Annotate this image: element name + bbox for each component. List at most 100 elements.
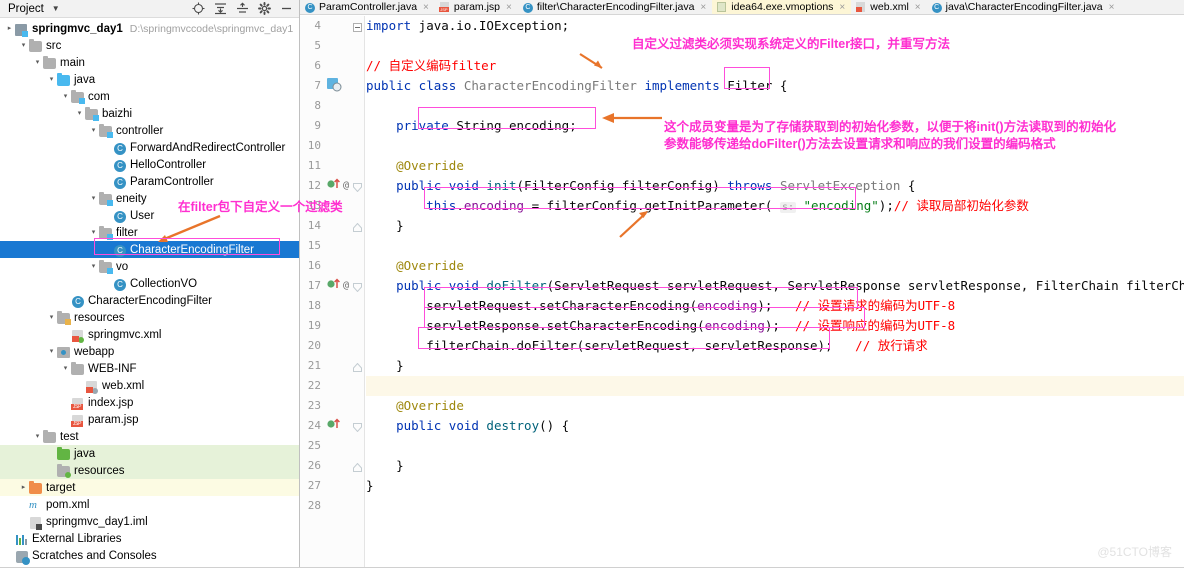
code-line-26[interactable]: } bbox=[366, 456, 1184, 476]
tree-node-com[interactable]: ▾ com bbox=[0, 88, 299, 105]
code-fold-icon[interactable] bbox=[353, 461, 362, 472]
code-line-6[interactable]: // 自定义编码filter bbox=[366, 56, 1184, 76]
tree-node-characterencodingfilter[interactable]: C CharacterEncodingFilter bbox=[0, 241, 299, 258]
gutter-line-10[interactable]: 10 bbox=[300, 136, 365, 156]
tree-node-springmvc-day1-iml[interactable]: springmvc_day1.iml bbox=[0, 513, 299, 530]
code-fold-icon[interactable] bbox=[353, 361, 362, 372]
gutter-line-19[interactable]: 19 bbox=[300, 316, 365, 336]
gutter-line-14[interactable]: 14 bbox=[300, 216, 365, 236]
class-marker-icon[interactable] bbox=[326, 76, 342, 96]
tree-node-java[interactable]: java bbox=[0, 445, 299, 462]
gutter-line-16[interactable]: 16 bbox=[300, 256, 365, 276]
tree-node-filter[interactable]: ▾ filter bbox=[0, 224, 299, 241]
code-line-15[interactable] bbox=[366, 236, 1184, 256]
tree-node-param-jsp[interactable]: param.jsp bbox=[0, 411, 299, 428]
chevron-right-icon[interactable]: ▸ bbox=[18, 479, 29, 496]
tree-node-test[interactable]: ▾ test bbox=[0, 428, 299, 445]
tree-node-controller[interactable]: ▾ controller bbox=[0, 122, 299, 139]
code-line-14[interactable]: } bbox=[366, 216, 1184, 236]
code-fold-icon[interactable] bbox=[353, 421, 362, 433]
tree-node-main[interactable]: ▾ main bbox=[0, 54, 299, 71]
editor-tab-bar[interactable]: CParamController.java×param.jsp×Cfilter\… bbox=[300, 0, 1184, 15]
settings-gear-icon[interactable] bbox=[258, 2, 271, 15]
gutter-line-27[interactable]: 27 bbox=[300, 476, 365, 496]
collapse-all-icon[interactable] bbox=[236, 2, 249, 15]
code-line-11[interactable]: @Override bbox=[366, 156, 1184, 176]
project-tree[interactable]: ▸ springmvc_day1 D:\springmvccode\springmv… bbox=[0, 18, 299, 565]
tree-node-vo[interactable]: ▾ vo bbox=[0, 258, 299, 275]
tree-node-collectionvo[interactable]: C CollectionVO bbox=[0, 275, 299, 292]
code-line-20[interactable]: filterChain.doFilter(servletRequest, ser… bbox=[366, 336, 1184, 356]
chevron-down-icon[interactable]: ▾ bbox=[32, 54, 43, 71]
tree-node-paramcontroller[interactable]: C ParamController bbox=[0, 173, 299, 190]
chevron-down-icon[interactable]: ▾ bbox=[60, 88, 71, 105]
chevron-down-icon[interactable]: ▾ bbox=[18, 37, 29, 54]
code-line-27[interactable]: } bbox=[366, 476, 1184, 496]
tree-node-index-jsp[interactable]: index.jsp bbox=[0, 394, 299, 411]
breakpoint-override-icon[interactable]: @ bbox=[326, 176, 356, 196]
code-line-22[interactable] bbox=[366, 376, 1184, 396]
chevron-down-icon[interactable]: ▾ bbox=[46, 309, 57, 326]
editor-tab-param-jsp[interactable]: param.jsp × bbox=[434, 0, 518, 14]
tree-node-web-inf[interactable]: ▾ WEB-INF bbox=[0, 360, 299, 377]
gutter-line-28[interactable]: 28 bbox=[300, 496, 365, 516]
editor-tab-filter-characterencodingfilter-java[interactable]: Cfilter\CharacterEncodingFilter.java × bbox=[517, 0, 713, 14]
close-icon[interactable]: × bbox=[506, 2, 512, 13]
chevron-down-icon[interactable]: ▾ bbox=[46, 343, 57, 360]
code-line-16[interactable]: @Override bbox=[366, 256, 1184, 276]
gutter-line-17[interactable]: 17 @ bbox=[300, 276, 365, 296]
gutter-line-4[interactable]: 4 bbox=[300, 16, 365, 36]
editor-tab-web-xml[interactable]: web.xml × bbox=[851, 0, 927, 14]
code-fold-icon[interactable] bbox=[353, 221, 362, 232]
tree-node-forwardandredirectcontroller[interactable]: C ForwardAndRedirectController bbox=[0, 139, 299, 156]
editor-tab-java-characterencodingfilter-java[interactable]: Cjava\CharacterEncodingFilter.java × bbox=[926, 0, 1121, 14]
tree-node-java[interactable]: ▾ java bbox=[0, 71, 299, 88]
editor-body[interactable]: 4 5 6 7 8 9 10 11 12 @13 14 15 16 17 @18 19 20 21 22 23 24 25… bbox=[300, 16, 1184, 568]
close-icon[interactable]: × bbox=[700, 2, 706, 13]
gutter-line-22[interactable]: 22 bbox=[300, 376, 365, 396]
tree-node-web-xml[interactable]: web.xml bbox=[0, 377, 299, 394]
locate-icon[interactable] bbox=[192, 2, 205, 15]
breakpoint-override-icon[interactable]: @ bbox=[326, 276, 356, 296]
chevron-right-icon[interactable]: ▸ bbox=[4, 20, 15, 37]
code-line-24[interactable]: public void destroy() { bbox=[366, 416, 1184, 436]
close-icon[interactable]: × bbox=[1109, 2, 1115, 13]
code-line-21[interactable]: } bbox=[366, 356, 1184, 376]
tree-node-scratches-and-consoles[interactable]: Scratches and Consoles bbox=[0, 547, 299, 565]
hide-panel-icon[interactable] bbox=[280, 2, 293, 15]
tree-node-resources[interactable]: ▾ resources bbox=[0, 309, 299, 326]
gutter-line-24[interactable]: 24 bbox=[300, 416, 365, 436]
gutter-line-20[interactable]: 20 bbox=[300, 336, 365, 356]
editor-tab-paramcontroller-java[interactable]: C ParamController.java × bbox=[300, 0, 435, 14]
chevron-down-icon[interactable]: ▾ bbox=[46, 71, 57, 88]
tree-node-baizhi[interactable]: ▾ baizhi bbox=[0, 105, 299, 122]
gutter-line-18[interactable]: 18 bbox=[300, 296, 365, 316]
code-line-28[interactable] bbox=[366, 496, 1184, 516]
editor-gutter[interactable]: 4 5 6 7 8 9 10 11 12 @13 14 15 16 17 @18 19 20 21 22 23 24 25… bbox=[300, 16, 365, 568]
tree-node-springmvc-day1[interactable]: ▸ springmvc_day1 D:\springmvccode\springmv… bbox=[0, 20, 299, 37]
chevron-down-icon[interactable]: ▾ bbox=[88, 190, 99, 207]
tree-node-target[interactable]: ▸ target bbox=[0, 479, 299, 496]
chevron-down-icon[interactable]: ▾ bbox=[88, 258, 99, 275]
gutter-line-26[interactable]: 26 bbox=[300, 456, 365, 476]
close-icon[interactable]: × bbox=[423, 2, 429, 13]
code-line-12[interactable]: public void init(FilterConfig filterConf… bbox=[366, 176, 1184, 196]
close-icon[interactable]: × bbox=[915, 2, 921, 13]
tree-node-src[interactable]: ▾ src bbox=[0, 37, 299, 54]
expand-all-icon[interactable] bbox=[214, 2, 227, 15]
tree-node-springmvc-xml[interactable]: springmvc.xml bbox=[0, 326, 299, 343]
code-line-17[interactable]: public void doFilter(ServletRequest serv… bbox=[366, 276, 1184, 296]
gutter-line-6[interactable]: 6 bbox=[300, 56, 365, 76]
chevron-down-icon[interactable]: ▾ bbox=[32, 428, 43, 445]
breakpoint-icon[interactable] bbox=[326, 416, 346, 436]
gutter-line-25[interactable]: 25 bbox=[300, 436, 365, 456]
code-line-18[interactable]: servletRequest.setCharacterEncoding(enco… bbox=[366, 296, 1184, 316]
editor-tab-idea64-exe-vmoptions[interactable]: idea64.exe.vmoptions × bbox=[712, 0, 852, 14]
code-line-23[interactable]: @Override bbox=[366, 396, 1184, 416]
chevron-down-icon[interactable]: ▾ bbox=[60, 360, 71, 377]
chevron-down-icon[interactable]: ▾ bbox=[88, 122, 99, 139]
code-fold-icon[interactable] bbox=[353, 281, 362, 293]
gutter-line-15[interactable]: 15 bbox=[300, 236, 365, 256]
code-line-8[interactable] bbox=[366, 96, 1184, 116]
gutter-line-7[interactable]: 7 bbox=[300, 76, 365, 96]
